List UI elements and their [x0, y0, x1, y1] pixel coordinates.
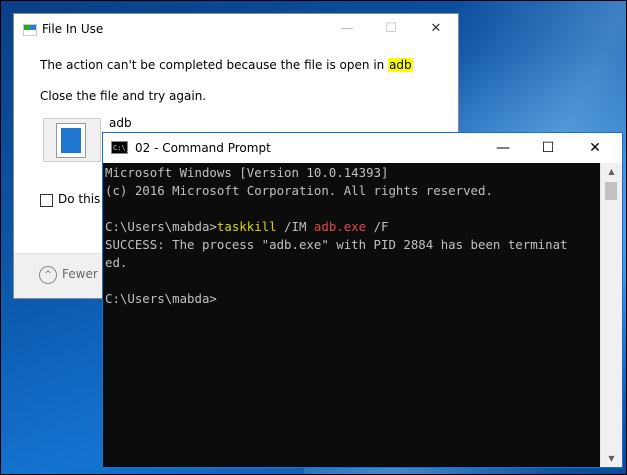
command-prompt-window: C:\_ 02 - Command Prompt — ☐ ✕ Microsoft… [102, 132, 623, 468]
dialog-message-text: The action can't be completed because th… [40, 58, 389, 72]
terminal-command-argument: adb.exe [313, 219, 367, 234]
dialog-close-icon[interactable]: ✕ [421, 18, 451, 40]
terminal-line-success: SUCCESS: The process "adb.exe" with PID … [105, 237, 568, 252]
terminal-command-name: taskkill [216, 219, 277, 234]
terminal-line-version: Microsoft Windows [Version 10.0.14393] [105, 165, 389, 180]
terminal-line-success-cont: ed. [105, 255, 128, 270]
cmd-scrollbar[interactable]: ▲ ▼ [600, 163, 622, 467]
dialog-title: File In Use [42, 22, 104, 36]
cmd-maximize-icon[interactable]: ☐ [528, 133, 568, 163]
dialog-titlebar[interactable]: File In Use — ☐ ✕ [14, 14, 458, 45]
terminal-command-flag: /IM [276, 219, 314, 234]
terminal-output[interactable]: Microsoft Windows [Version 10.0.14393] (… [103, 163, 602, 467]
cmd-title: 02 - Command Prompt [135, 141, 271, 155]
dialog-message: The action can't be completed because th… [40, 58, 413, 72]
cmd-minimize-icon[interactable]: — [483, 133, 523, 163]
dialog-message-app: adb [388, 58, 413, 72]
scroll-down-icon[interactable]: ▼ [601, 450, 622, 467]
terminal-line-prompt: C:\Users\mabda> [105, 291, 217, 306]
terminal-line-command: C:\Users\mabda>taskkill /IM adb.exe /F [105, 219, 389, 234]
do-this-checkbox[interactable] [40, 194, 53, 207]
file-thumbnail-icon [43, 118, 101, 162]
file-in-use-app-icon [23, 24, 37, 36]
terminal-prompt: C:\Users\mabda> [105, 219, 217, 234]
terminal-line-copyright: (c) 2016 Microsoft Corporation. All righ… [105, 183, 493, 198]
terminal-command-flag-force: /F [366, 219, 389, 234]
scroll-up-icon[interactable]: ▲ [601, 163, 622, 180]
file-name: adb [109, 116, 132, 130]
scroll-thumb[interactable] [605, 182, 617, 200]
dialog-instruction: Close the file and try again. [40, 89, 207, 103]
cmd-app-icon: C:\_ [111, 141, 130, 154]
chevron-up-icon[interactable]: ^ [39, 266, 57, 284]
dialog-maximize-icon[interactable]: ☐ [376, 18, 406, 40]
dialog-minimize-icon[interactable]: — [332, 18, 362, 40]
cmd-titlebar[interactable]: C:\_ 02 - Command Prompt — ☐ ✕ [103, 133, 622, 163]
cmd-close-icon[interactable]: ✕ [575, 133, 615, 163]
